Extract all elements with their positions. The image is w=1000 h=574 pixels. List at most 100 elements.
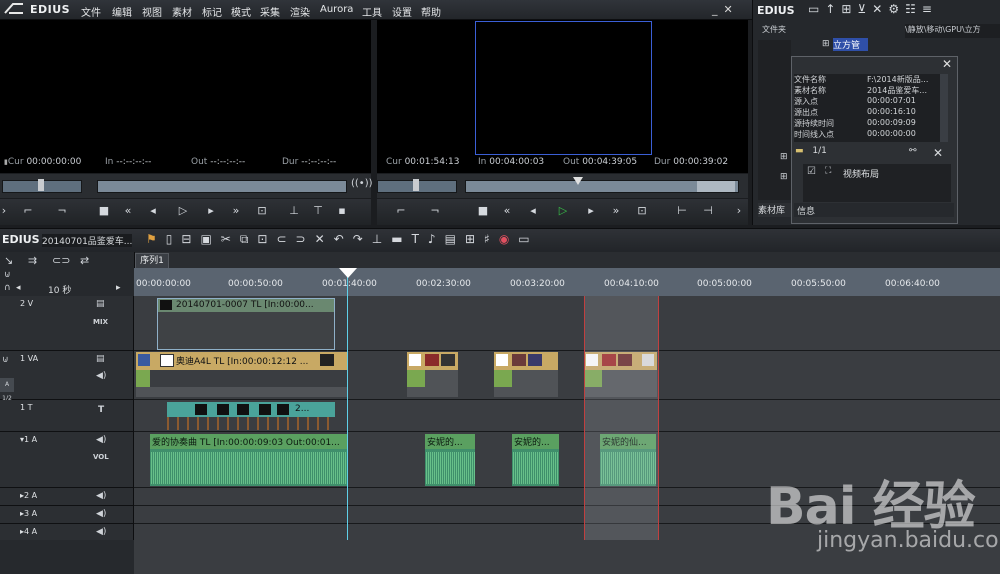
play-icon[interactable]: ▷ (555, 204, 571, 218)
audio-channel-badge[interactable]: A 1/2 (0, 378, 14, 402)
expand-icon[interactable]: ⊞ (780, 152, 788, 162)
player-monitor[interactable] (0, 20, 371, 173)
marker-icon[interactable]: ⊥ (372, 232, 391, 246)
track-header-1a[interactable]: ▾1 A ◀) VOL (0, 432, 134, 488)
view-icon[interactable]: ☷ (905, 2, 922, 16)
set-out-icon[interactable]: ¬ (427, 204, 443, 218)
delete-icon[interactable]: ✕ (872, 2, 888, 16)
menu-clip[interactable]: 素材 (172, 4, 192, 19)
prev-icon[interactable]: › (0, 204, 12, 218)
zoom-right-icon[interactable]: ▸ (116, 283, 121, 293)
go-to-out-icon[interactable]: ⊣ (700, 204, 716, 218)
menu-icon[interactable]: ▪ (334, 204, 350, 218)
tree-folder-item[interactable]: 立方管 (833, 38, 868, 51)
track-header-2a[interactable]: ▸2 A ◀) (0, 488, 134, 506)
clip-audio-3[interactable]: 安妮的... (512, 434, 559, 486)
track-header-4a[interactable]: ▸4 A ◀) (0, 524, 134, 541)
speaker-icon[interactable]: ◀) (96, 435, 106, 445)
clip-va-3-audio[interactable] (494, 370, 558, 397)
clip-audio-2[interactable]: 安妮的... (425, 434, 475, 486)
step-back-icon[interactable]: ◂ (145, 204, 161, 218)
more-icon[interactable]: ≡ (922, 2, 938, 16)
playhead-line[interactable] (347, 269, 348, 540)
menu-marker[interactable]: 标记 (202, 4, 222, 19)
link-icon[interactable]: ⊂⊃ (52, 254, 70, 267)
new-project-icon[interactable]: ▯ (166, 232, 182, 246)
menu-settings[interactable]: 设置 (392, 4, 412, 19)
loop-icon[interactable]: ⊡ (634, 204, 650, 218)
link-icon[interactable]: ⊍ (2, 355, 9, 365)
speaker-icon[interactable]: ◀) (96, 491, 106, 501)
expand-icon[interactable]: ⊞ (822, 39, 830, 49)
track-header-1t[interactable]: 1 T T (0, 400, 134, 432)
close-icon[interactable]: ✕ (942, 57, 952, 71)
import-icon[interactable]: ⊻ (857, 2, 872, 16)
minimize-icon[interactable]: _ (712, 3, 724, 16)
step-forward-icon[interactable]: ▸ (583, 204, 599, 218)
redo-icon[interactable]: ↷ (353, 232, 372, 246)
export-icon[interactable]: ▤ (445, 232, 465, 246)
menu-aurora[interactable]: Aurora (320, 4, 353, 15)
monitor-icon[interactable]: ▤ (96, 299, 105, 309)
open-icon[interactable]: ⊟ (181, 232, 200, 246)
new-sequence-icon[interactable]: ⚑ (146, 232, 166, 246)
menu-view[interactable]: 视图 (142, 4, 162, 19)
link-icon[interactable]: ⚯ (909, 146, 917, 156)
shuttle-handle[interactable] (38, 179, 44, 191)
play-icon[interactable]: ▷ (175, 204, 191, 218)
link-icon[interactable]: ⊂⊃ (276, 232, 314, 246)
mic-icon[interactable]: ♪ (428, 232, 445, 246)
vol-badge[interactable]: VOL (93, 453, 109, 461)
lock-icon[interactable]: ⊍ (4, 270, 11, 280)
checkbox-icon[interactable]: ☑ (807, 166, 816, 177)
mixer-icon[interactable]: ♯ (484, 232, 499, 246)
monitor-icon[interactable]: ▤ (96, 354, 105, 364)
bin-tab[interactable]: 素材库 (758, 203, 791, 217)
expand-icon[interactable]: ⊞ (780, 172, 788, 182)
clip-va-1[interactable]: 奥迪A4L TL [In:00:00:12:12 ... (136, 352, 348, 370)
screen-icon[interactable]: ▭ (518, 232, 538, 246)
clip-audio-1[interactable]: 爱的协奏曲 TL [In:00:00:09:03 Out:00:01... (150, 434, 347, 486)
set-in-icon[interactable]: ⌐ (20, 204, 36, 218)
speaker-icon[interactable]: ◀) (96, 509, 106, 519)
clip-va-1-audio[interactable] (136, 370, 348, 397)
overwrite-icon[interactable]: ⊤ (310, 204, 326, 218)
rewind-icon[interactable]: « (120, 204, 136, 218)
snap-icon[interactable]: ↘ (4, 254, 13, 267)
shuttle-handle[interactable] (413, 179, 419, 191)
info-scrollbar[interactable] (940, 74, 948, 142)
close-icon[interactable]: ✕ (933, 146, 943, 160)
cut-icon[interactable]: ✂ (221, 232, 240, 246)
menu-render[interactable]: 渲染 (290, 4, 310, 19)
record-icon[interactable]: ◉ (499, 232, 518, 246)
properties-icon[interactable]: ⚙ (888, 2, 905, 16)
tree-icon[interactable]: ⊞ (841, 2, 857, 16)
folder-icon[interactable]: ▭ (808, 2, 825, 16)
step-forward-icon[interactable]: ▸ (203, 204, 219, 218)
clip-title-track[interactable]: 2... (167, 402, 335, 417)
zoom-left-icon[interactable]: ◂ (16, 283, 21, 293)
zoom-selector[interactable]: ◂ 10 秒 ▸ (16, 283, 128, 296)
timeline-ruler[interactable]: 00:00:00:00 00:00:50:00 00:01:40:00 00:0… (134, 268, 1000, 296)
speaker-icon[interactable]: ◀) (96, 371, 106, 381)
set-in-icon[interactable]: ⌐ (393, 204, 409, 218)
tab-sequence-1[interactable]: 序列1 (135, 253, 169, 269)
speaker-icon[interactable]: ◀) (96, 527, 106, 537)
grid-icon[interactable]: ⊞ (465, 232, 484, 246)
track-header-2v[interactable]: 2 V ▤ MIX (0, 296, 134, 351)
clip-va-3[interactable] (494, 352, 558, 370)
track-header-1va[interactable]: ⊍ 1 VA ▤ ◀) A 1/2 (0, 351, 134, 402)
range-icon[interactable]: ▬ (391, 232, 411, 246)
menu-help[interactable]: 帮助 (421, 4, 441, 19)
in-out-selection[interactable] (584, 296, 659, 540)
stop-icon[interactable]: ■ (475, 204, 491, 218)
menu-tools[interactable]: 工具 (362, 4, 382, 19)
up-icon[interactable]: ↑ (825, 2, 841, 16)
rewind-icon[interactable]: « (499, 204, 515, 218)
info-tab[interactable]: 信息 (797, 204, 815, 217)
set-out-icon[interactable]: ¬ (54, 204, 70, 218)
menu-edit[interactable]: 编辑 (112, 4, 132, 19)
stop-icon[interactable]: ■ (96, 204, 112, 218)
mix-badge[interactable]: MIX (93, 318, 108, 326)
clip-va-2-audio[interactable] (407, 370, 458, 397)
